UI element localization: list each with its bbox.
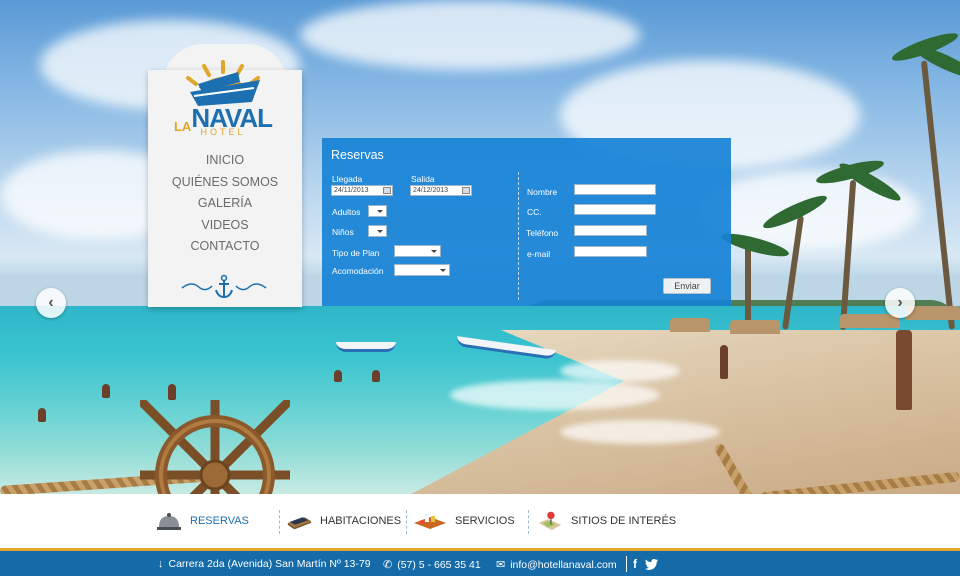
nav-item-galeria[interactable]: GALERÍA xyxy=(148,193,302,215)
tray-icon xyxy=(414,514,446,529)
section-tabs: RESERVAS HABITACIONES SERVICIOS SITIOS D… xyxy=(0,494,960,548)
phone-icon: ✆ xyxy=(383,559,393,571)
facebook-icon[interactable]: f xyxy=(633,557,637,571)
name-label: Nombre xyxy=(527,187,558,197)
anchor-ornament-icon xyxy=(181,274,267,299)
phone-label: Teléfono xyxy=(526,228,559,238)
bell-icon xyxy=(157,513,181,530)
email-label: e-mail xyxy=(527,249,551,259)
email-field[interactable] xyxy=(574,246,647,257)
nav-item-videos[interactable]: VIDEOS xyxy=(148,215,302,237)
social-links: f xyxy=(626,556,658,572)
plan-type-select[interactable] xyxy=(394,245,441,257)
nav-item-contacto[interactable]: CONTACTO xyxy=(148,236,302,258)
footer-address: ↓ Carrera 2da (Avenida) San Martín Nº 13… xyxy=(158,558,371,570)
accommodation-select[interactable] xyxy=(394,264,450,276)
tab-reservas[interactable]: RESERVAS xyxy=(156,494,249,548)
arrival-label: Llegada xyxy=(332,174,363,184)
adults-label: Adultos xyxy=(332,207,361,217)
accommodation-label: Acomodación xyxy=(332,266,384,276)
footer-bar: ↓ Carrera 2da (Avenida) San Martín Nº 13… xyxy=(0,548,960,576)
footer-email[interactable]: ✉ info@hotellanaval.com xyxy=(496,558,617,572)
tab-label: SITIOS DE INTERÉS xyxy=(571,515,677,527)
main-nav: INICIO QUIÉNES SOMOS GALERÍA VIDEOS CONT… xyxy=(148,150,302,258)
plan-type-label: Tipo de Plan xyxy=(332,248,380,258)
departure-date-value: 24/12/2013 xyxy=(413,187,449,194)
tab-label: RESERVAS xyxy=(190,515,249,527)
form-title: Reservas xyxy=(331,148,384,162)
calendar-icon[interactable] xyxy=(462,187,470,194)
children-label: Niños xyxy=(332,227,354,237)
slider-next-arrow[interactable]: › xyxy=(885,288,915,318)
tab-label: SERVICIOS xyxy=(455,515,515,527)
chevron-right-icon: › xyxy=(897,294,903,311)
chevron-left-icon: ‹ xyxy=(48,294,54,311)
departure-label: Salida xyxy=(411,174,435,184)
map-pin-icon xyxy=(538,511,562,531)
phone-field[interactable] xyxy=(574,225,647,236)
envelope-icon: ✉ xyxy=(496,559,506,571)
footer-phone: ✆ (57) 5 - 665 35 41 xyxy=(383,558,481,572)
location-arrow-icon: ↓ xyxy=(158,558,164,570)
tab-divider xyxy=(406,510,407,534)
children-select[interactable] xyxy=(368,225,387,237)
tab-sitios-de-interes[interactable]: SITIOS DE INTERÉS xyxy=(537,494,676,548)
arrival-date-input[interactable]: 24/11/2013 xyxy=(331,185,393,196)
reservation-form: Reservas Llegada 24/11/2013 Salida 24/12… xyxy=(322,138,731,306)
calendar-icon[interactable] xyxy=(383,187,391,194)
nav-item-inicio[interactable]: INICIO xyxy=(148,150,302,172)
address-text: Carrera 2da (Avenida) San Martín Nº 13-7… xyxy=(168,558,371,570)
slider-prev-arrow[interactable]: ‹ xyxy=(36,288,66,318)
email-text[interactable]: info@hotellanaval.com xyxy=(510,559,616,571)
adults-select[interactable] xyxy=(368,205,387,217)
form-column-divider xyxy=(518,172,519,300)
tab-divider xyxy=(528,510,529,534)
phone-text: (57) 5 - 665 35 41 xyxy=(397,558,481,571)
bed-icon xyxy=(287,517,312,530)
id-label: CC. xyxy=(527,207,542,217)
tab-servicios[interactable]: SERVICIOS xyxy=(413,494,515,548)
twitter-icon[interactable] xyxy=(645,558,658,570)
nav-item-quienes-somos[interactable]: QUIÉNES SOMOS xyxy=(148,172,302,194)
name-field[interactable] xyxy=(574,184,656,195)
tab-divider xyxy=(279,510,280,534)
logo-hotel-text: HOTEL xyxy=(200,127,246,137)
id-number-field[interactable] xyxy=(574,204,656,215)
departure-date-input[interactable]: 24/12/2013 xyxy=(410,185,472,196)
tab-label: HABITACIONES xyxy=(320,515,402,527)
tab-habitaciones[interactable]: HABITACIONES xyxy=(286,494,401,548)
arrival-date-value: 24/11/2013 xyxy=(334,187,369,194)
submit-button[interactable]: Enviar xyxy=(663,278,711,294)
